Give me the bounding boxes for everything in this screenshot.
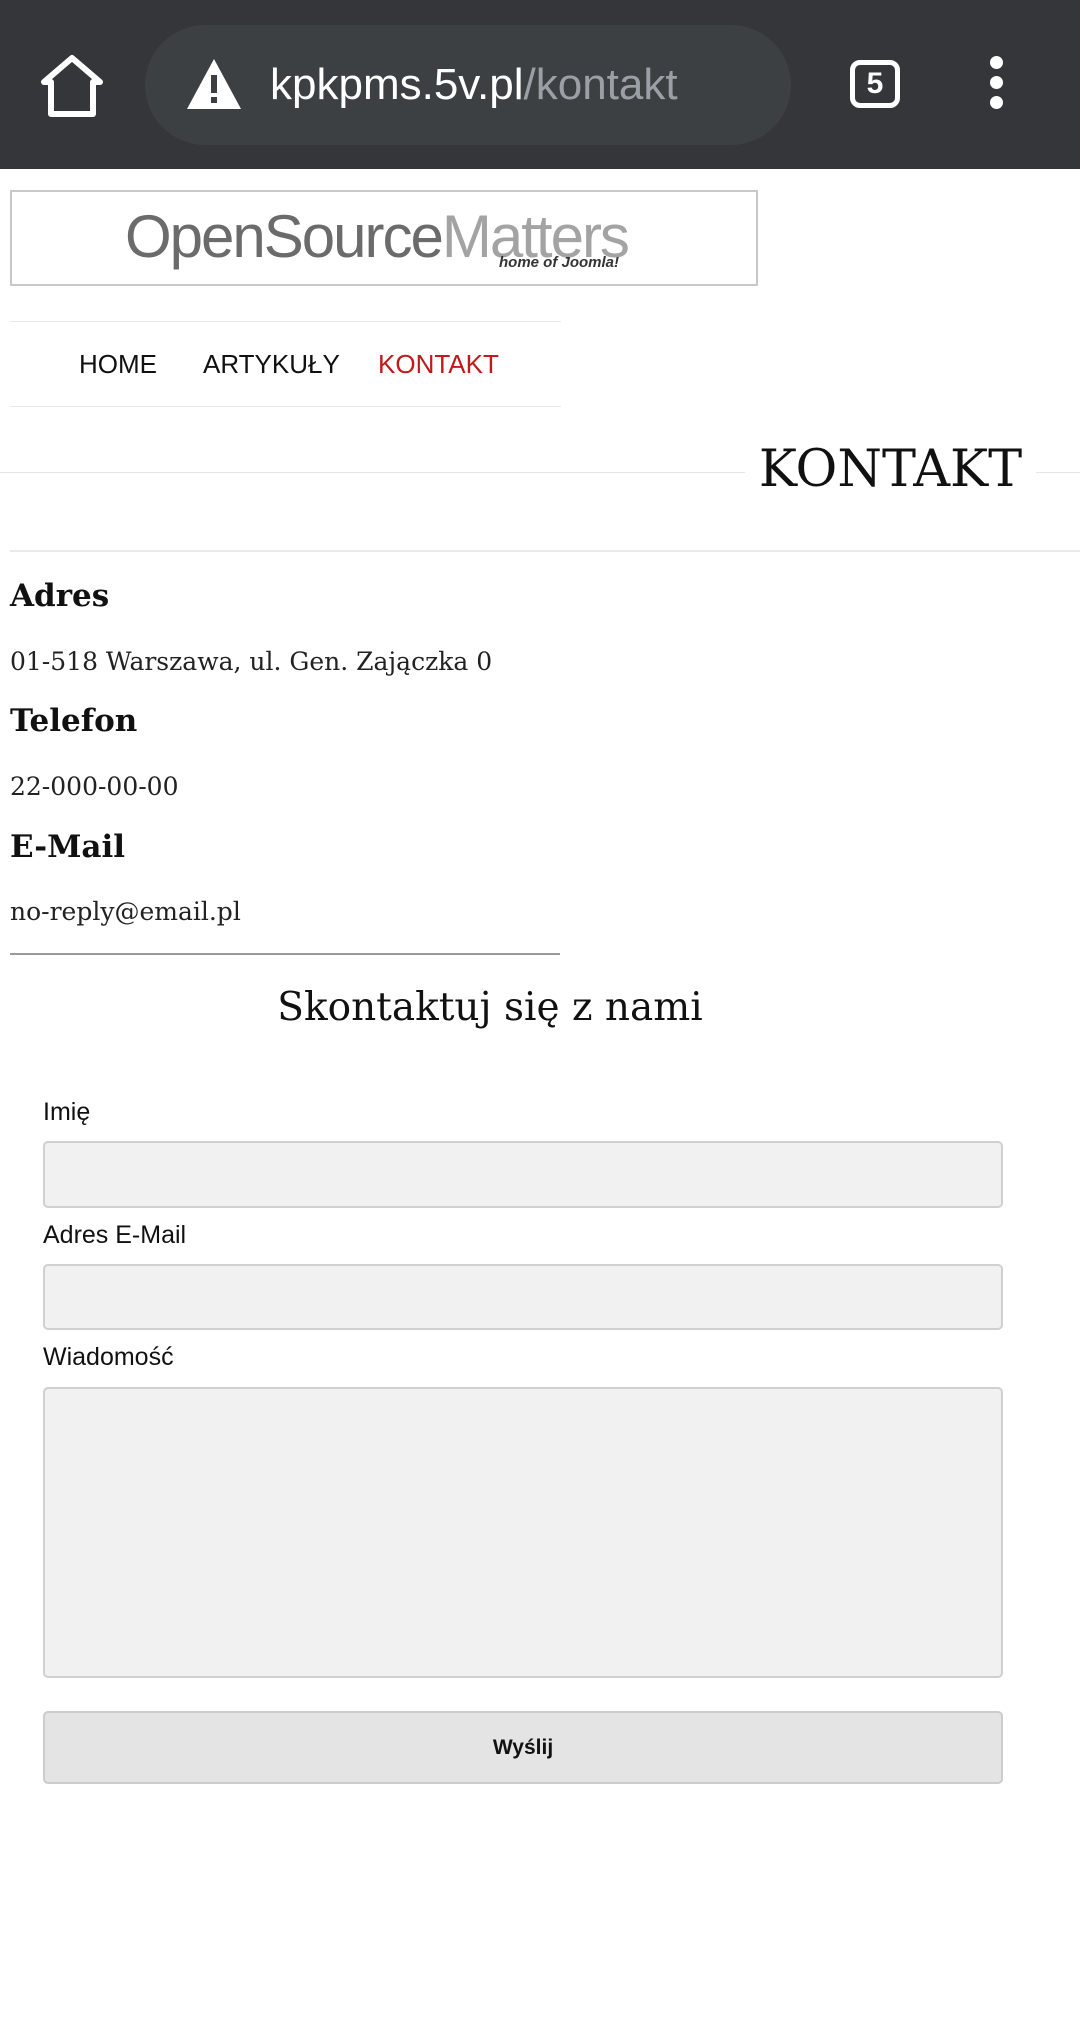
- address-value: 01-518 Warszawa, ul. Gen. Zajączka 0: [10, 647, 493, 676]
- message-textarea[interactable]: [43, 1387, 1003, 1678]
- submit-button[interactable]: Wyślij: [43, 1711, 1003, 1784]
- email-heading: E-Mail: [10, 829, 126, 865]
- url-path: /kontakt: [523, 60, 678, 109]
- home-icon[interactable]: [38, 52, 106, 120]
- address-heading: Adres: [10, 578, 110, 614]
- title-divider-left: [0, 472, 745, 473]
- phone-value: 22-000-00-00: [10, 772, 179, 801]
- site-logo[interactable]: OpenSourceMatters home of Joomla!: [10, 190, 758, 286]
- logo-wordmark-dark: OpenSource: [125, 203, 444, 270]
- address-bar[interactable]: kpkpms.5v.pl/kontakt: [145, 25, 791, 145]
- name-input[interactable]: [43, 1141, 1003, 1208]
- email-input[interactable]: [43, 1264, 1003, 1330]
- warning-icon[interactable]: [185, 57, 243, 111]
- tabs-icon[interactable]: 5: [850, 60, 900, 108]
- contact-divider: [10, 953, 560, 955]
- email-value[interactable]: no-reply@email.pl: [10, 897, 241, 926]
- nav-item-kontakt[interactable]: KONTAKT: [378, 322, 499, 406]
- name-label: Imię: [43, 1098, 91, 1126]
- nav-item-home[interactable]: HOME: [79, 322, 157, 406]
- nav-item-artykuly[interactable]: ARTYKUŁY: [203, 322, 340, 406]
- form-title: Skontaktuj się z nami: [277, 985, 703, 1030]
- phone-heading: Telefon: [10, 703, 138, 739]
- section-divider: [10, 550, 1080, 552]
- url-text[interactable]: kpkpms.5v.pl/kontakt: [270, 25, 678, 145]
- page-title: KONTAKT: [758, 440, 1023, 499]
- logo-tagline: home of Joomla!: [499, 254, 620, 271]
- browser-toolbar: kpkpms.5v.pl/kontakt 5: [0, 0, 1080, 169]
- title-divider-right: [1036, 472, 1080, 473]
- more-vert-icon[interactable]: [982, 56, 1010, 116]
- email-label: Adres E-Mail: [43, 1221, 187, 1249]
- main-nav: HOME ARTYKUŁY KONTAKT: [10, 321, 561, 407]
- message-label: Wiadomość: [43, 1343, 174, 1371]
- url-host: kpkpms.5v.pl: [270, 60, 524, 109]
